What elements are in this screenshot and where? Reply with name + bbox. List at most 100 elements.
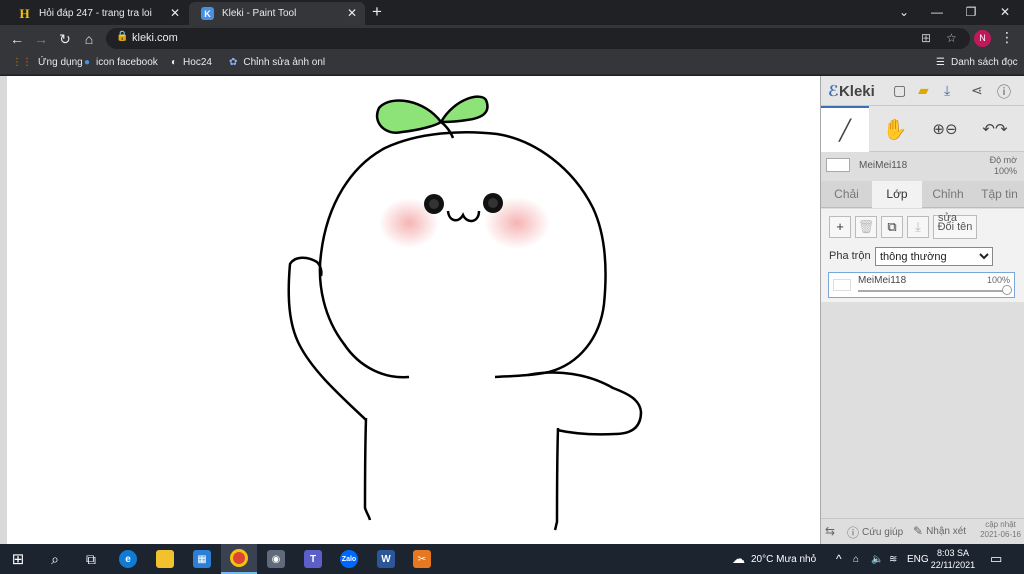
zoom-tool[interactable]: ⊕⊖ <box>921 106 969 152</box>
snipping-app[interactable]: ✂ <box>404 544 440 574</box>
menu-kebab-icon[interactable]: ⋮ <box>1000 29 1014 46</box>
restore-icon[interactable]: ❐ <box>954 0 988 25</box>
feedback-button[interactable]: ✎ Nhận xét <box>913 524 966 538</box>
tab-brush[interactable]: Chải <box>821 181 872 208</box>
reading-list[interactable]: ☰ Danh sách đọc <box>936 57 1018 68</box>
kleki-page: ℰKleki ▢ ▰ ⤓ ⋖ ⓘ ╱ ✋ ⊕⊖ ↶↷ MeiMei118 Độ … <box>0 76 1024 544</box>
drawing-canvas[interactable] <box>7 76 820 544</box>
rename-layer-button[interactable]: Đổi tên sửa <box>933 212 977 239</box>
blend-mode-row: Pha trộn thông thường <box>821 244 1024 270</box>
download-icon[interactable]: ⤓ <box>944 82 950 99</box>
tab-title: Kleki - Paint Tool <box>222 8 297 19</box>
snipping-tool-icon: ✂ <box>413 550 431 568</box>
tab-file[interactable]: Tập tin <box>974 181 1024 208</box>
canvas-edge <box>0 76 7 544</box>
windows-logo-icon: ⊞ <box>11 551 25 568</box>
panel-tabs: Chải Lớp Chỉnh Tập tin <box>821 181 1024 208</box>
hand-icon: ✋ <box>882 118 908 141</box>
minimize-icon[interactable]: — <box>920 0 954 25</box>
question-icon: ⓘ <box>847 526 860 540</box>
word-app[interactable]: W <box>368 544 404 574</box>
store-app[interactable]: ▦ <box>184 544 220 574</box>
language-text: ENG <box>907 553 929 565</box>
drawing-svg <box>287 95 643 531</box>
volume-button[interactable]: 🔈 <box>871 544 883 574</box>
home-icon[interactable]: ⌂ <box>79 29 99 49</box>
chevron-up-icon: ^ <box>836 552 842 566</box>
url-text: kleki.com <box>132 32 178 44</box>
teams-app[interactable]: T <box>295 544 331 574</box>
layer-list: MeiMei118 100% <box>821 270 1024 302</box>
lock-icon[interactable]: 🔒 <box>116 31 128 42</box>
bookmark-photo-editor[interactable]: ✿ Chỉnh sửa ảnh onl <box>229 57 325 68</box>
update-info[interactable]: cập nhật 2021-06-16 <box>980 520 1021 540</box>
task-view-button[interactable]: ⧉ <box>73 544 109 574</box>
bookmark-hoc24[interactable]: ◐ Hoc24 <box>171 57 212 68</box>
tab-layers[interactable]: Lớp <box>872 181 922 208</box>
chrome-app[interactable] <box>221 544 257 574</box>
zalo-icon: Zalo <box>340 550 358 568</box>
bookmark-label: Chỉnh sửa ảnh onl <box>243 57 326 68</box>
brush-tool[interactable]: ╱ <box>821 106 869 152</box>
notifications-button[interactable]: ▭ <box>990 544 1002 574</box>
zalo-app[interactable]: Zalo <box>331 544 367 574</box>
close-tab-icon[interactable]: ✕ <box>345 6 359 20</box>
back-icon[interactable]: ← <box>7 29 27 49</box>
camera-app[interactable]: ◉ <box>258 544 294 574</box>
bookmark-star-icon[interactable]: ☆ <box>946 31 957 45</box>
close-tab-icon[interactable]: ✕ <box>168 6 182 20</box>
weather-widget[interactable]: ☁ 20°C Mưa nhỏ <box>732 544 816 574</box>
start-button[interactable]: ⊞ <box>0 544 36 574</box>
layer-opacity-slider[interactable] <box>858 290 1006 292</box>
duplicate-layer-button[interactable]: ⧉ <box>881 216 903 238</box>
undo-redo-tool[interactable]: ↶↷ <box>971 106 1019 152</box>
blend-mode-select[interactable]: thông thường <box>875 247 993 266</box>
tab-kleki[interactable]: K Kleki - Paint Tool ✕ <box>189 2 365 25</box>
panel-footer: ⇆ ⓘ Cứu giúp ✎ Nhận xét cập nhật 2021-06-1… <box>821 518 1024 544</box>
bookmark-icon-facebook[interactable]: ● icon facebook <box>84 57 158 68</box>
help-circle-icon[interactable]: ⓘ <box>997 82 1011 102</box>
globe-icon: ◐ <box>171 57 178 68</box>
feedback-label: Nhận xét <box>926 525 967 537</box>
bookmark-apps[interactable]: ⋮⋮ Ứng dụng <box>12 57 83 68</box>
add-layer-button[interactable]: + <box>829 216 851 238</box>
network-button[interactable]: ⌂ <box>853 544 859 574</box>
translate-icon[interactable]: ⊞ <box>921 31 931 45</box>
browser-tab-strip: H Hỏi đáp 247 - trang tra loi ✕ K Kleki … <box>0 0 1024 25</box>
window-close-icon[interactable]: ✕ <box>988 0 1022 25</box>
edge-icon: e <box>119 550 137 568</box>
open-folder-icon[interactable]: ▰ <box>918 82 929 99</box>
wifi-button[interactable]: ≋ <box>889 544 897 574</box>
search-button[interactable]: ⌕ <box>37 544 73 574</box>
swap-side-button[interactable]: ⇆ <box>825 524 838 538</box>
tab-search-icon[interactable]: ⌄ <box>887 0 921 25</box>
layer-opacity-knob[interactable] <box>1002 285 1012 295</box>
chrome-icon <box>230 549 248 567</box>
kleki-logo[interactable]: ℰKleki <box>828 82 875 100</box>
tab-hoidap[interactable]: H Hỏi đáp 247 - trang tra loi ✕ <box>6 2 188 25</box>
clock[interactable]: 8:03 SA 22/11/2021 <box>928 547 978 571</box>
new-tab-icon[interactable]: + <box>372 3 382 21</box>
reload-icon[interactable]: ↻ <box>55 29 75 49</box>
reading-list-label: Danh sách đọc <box>950 57 1018 68</box>
language-indicator[interactable]: ENG <box>907 544 929 574</box>
address-bar[interactable]: 🔒 kleki.com ⊞ ☆ <box>106 28 970 49</box>
clock-time: 8:03 SA <box>936 548 970 558</box>
help-button[interactable]: ⓘ Cứu giúp <box>847 524 903 541</box>
profile-avatar[interactable]: N <box>974 30 991 47</box>
delete-layer-button[interactable]: 🗑 <box>855 216 877 238</box>
speaker-icon: 🔈 <box>871 553 884 565</box>
right-leaf <box>438 95 489 124</box>
share-icon[interactable]: ⋖ <box>971 82 983 99</box>
hand-tool[interactable]: ✋ <box>871 106 919 152</box>
merge-down-button[interactable]: ⤓ <box>907 216 929 238</box>
new-image-icon[interactable]: ▢ <box>893 82 906 99</box>
file-explorer-app[interactable] <box>147 544 183 574</box>
edge-app[interactable]: e <box>110 544 146 574</box>
tab-adjust[interactable]: Chỉnh <box>922 181 974 208</box>
duplicate-icon: ⧉ <box>887 219 897 234</box>
network-icon: ⌂ <box>853 553 860 565</box>
layer-item[interactable]: MeiMei118 100% <box>828 272 1015 298</box>
forward-icon[interactable]: → <box>31 29 51 49</box>
system-tray[interactable]: ^ <box>836 544 842 574</box>
